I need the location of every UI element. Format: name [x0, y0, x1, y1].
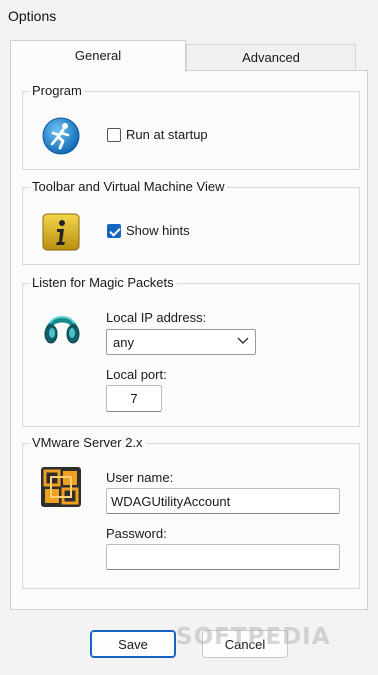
- local-ip-select[interactable]: any: [106, 329, 256, 355]
- show-hints-checkbox[interactable]: [107, 224, 121, 238]
- run-at-startup-label: Run at startup: [126, 127, 208, 142]
- show-hints-label: Show hints: [126, 223, 190, 238]
- toolbar-legend: Toolbar and Virtual Machine View: [29, 179, 228, 194]
- local-port-field[interactable]: 7: [106, 385, 162, 412]
- user-name-value: WDAGUtilityAccount: [111, 494, 231, 509]
- vmware-group: VMware Server 2.x User name: WDAGUtility…: [22, 435, 360, 589]
- title-bar: Options: [0, 0, 378, 34]
- program-legend: Program: [29, 83, 85, 98]
- password-label: Password:: [106, 526, 167, 541]
- toolbar-group: Toolbar and Virtual Machine View Show hi…: [22, 179, 360, 265]
- run-at-startup-checkbox[interactable]: [107, 128, 121, 142]
- tab-strip: General Advanced: [10, 40, 360, 72]
- user-name-field[interactable]: WDAGUtilityAccount: [106, 488, 340, 514]
- password-field[interactable]: [106, 544, 340, 570]
- headphones-icon: [41, 306, 83, 348]
- tab-general[interactable]: General: [10, 40, 186, 72]
- chevron-down-icon: [237, 334, 249, 346]
- local-port-value: 7: [130, 391, 138, 406]
- info-icon: [42, 213, 80, 251]
- tab-advanced[interactable]: Advanced: [186, 44, 356, 70]
- local-ip-label: Local IP address:: [106, 310, 207, 325]
- vmware-legend: VMware Server 2.x: [29, 435, 146, 450]
- magic-packets-group: Listen for Magic Packets Local IP addres…: [22, 275, 360, 427]
- softpedia-watermark: SOFTPEDIA: [176, 624, 331, 650]
- user-name-label: User name:: [106, 470, 174, 485]
- window-title: Options: [8, 8, 57, 24]
- local-port-label: Local port:: [106, 367, 167, 382]
- program-group: Program Run at startup: [22, 83, 360, 170]
- general-panel: Program Run at startup Toolbar and Virtu…: [10, 70, 368, 610]
- running-person-icon: [41, 116, 81, 156]
- magic-packets-legend: Listen for Magic Packets: [29, 275, 177, 290]
- save-button[interactable]: Save: [90, 630, 176, 658]
- local-ip-value: any: [113, 335, 134, 350]
- vmware-icon: [40, 466, 82, 508]
